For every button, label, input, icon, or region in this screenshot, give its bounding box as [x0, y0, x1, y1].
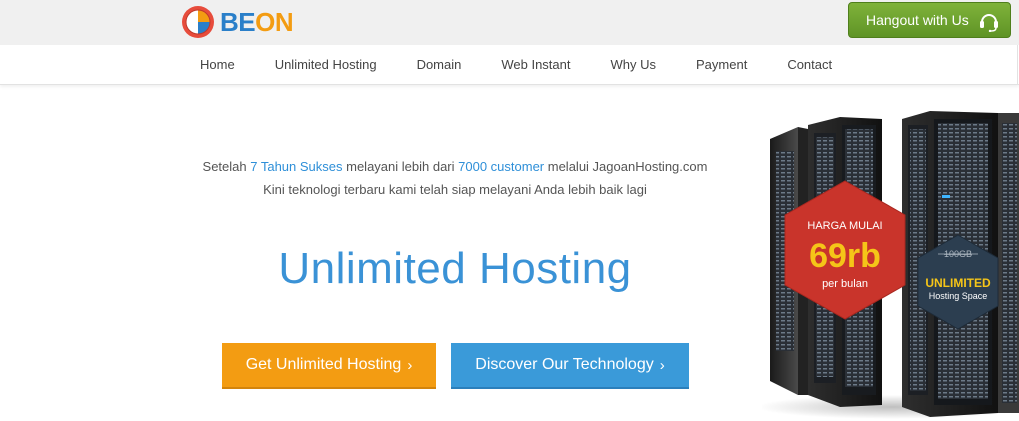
chevron-right-icon: › — [407, 356, 413, 374]
nav-item-home[interactable]: Home — [180, 45, 255, 85]
unlimited-label: UNLIMITED — [925, 276, 991, 290]
logo-mark-icon — [182, 6, 214, 38]
headset-icon — [980, 14, 998, 32]
get-unlimited-hosting-button[interactable]: Get Unlimited Hosting › — [222, 343, 436, 389]
nav-item-web-instant[interactable]: Web Instant — [481, 45, 590, 85]
logo-text: BEON — [220, 6, 294, 38]
chevron-right-icon: › — [659, 356, 665, 374]
hero-headline: Unlimited Hosting — [278, 244, 632, 293]
server-rack-illustration: HARGA MULAI 69rb per bulan 100GB UNLIMIT… — [762, 111, 1019, 419]
intro-highlight-customers: 7000 customer — [458, 159, 545, 174]
brand-logo[interactable]: BEON — [180, 4, 294, 40]
discover-technology-label: Discover Our Technology — [475, 356, 654, 373]
get-unlimited-hosting-label: Get Unlimited Hosting — [245, 356, 402, 373]
discover-technology-button[interactable]: Discover Our Technology › — [451, 343, 689, 389]
logo-text-be: BE — [220, 6, 256, 37]
hosting-space-label: Hosting Space — [929, 291, 988, 301]
intro-highlight-years: 7 Tahun Sukses — [250, 159, 343, 174]
main-navbar: Home Unlimited Hosting Domain Web Instan… — [0, 45, 1019, 85]
hero-intro-text: Setelah 7 Tahun Sukses melayani lebih da… — [190, 155, 720, 201]
intro-part-1: Setelah — [202, 159, 251, 174]
nav-item-payment[interactable]: Payment — [676, 45, 767, 85]
hangout-button-label: Hangout with Us — [866, 12, 969, 28]
price-unit: per bulan — [822, 278, 868, 290]
intro-part-2: melayani lebih dari — [342, 159, 459, 174]
logo-text-on: ON — [255, 6, 294, 37]
price-value: 69rb — [809, 237, 881, 275]
hangout-button[interactable]: Hangout with Us — [848, 2, 1011, 38]
top-header: BEON Hangout with Us — [0, 0, 1019, 45]
main-nav: Home Unlimited Hosting Domain Web Instan… — [180, 45, 1018, 85]
price-label: HARGA MULAI — [807, 220, 882, 232]
nav-item-domain[interactable]: Domain — [397, 45, 482, 85]
nav-item-unlimited-hosting[interactable]: Unlimited Hosting — [255, 45, 397, 85]
nav-item-why-us[interactable]: Why Us — [591, 45, 677, 85]
nav-item-contact[interactable]: Contact — [767, 45, 852, 85]
